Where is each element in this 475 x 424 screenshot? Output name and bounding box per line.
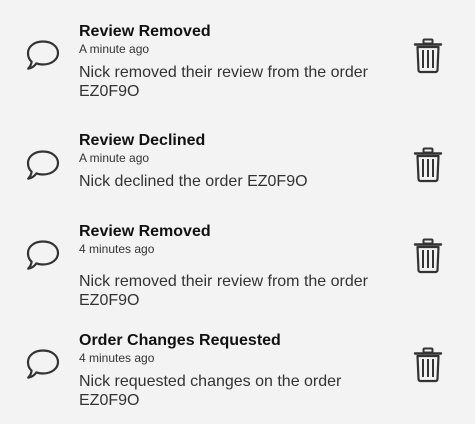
notification-time: 4 minutes ago <box>79 351 155 365</box>
notification-time: A minute ago <box>79 42 150 56</box>
trash-icon <box>413 147 443 183</box>
chat-bubble-icon <box>25 348 61 380</box>
chat-bubble-icon <box>25 39 61 71</box>
notification-message: Nick requested changes on the order EZ0F… <box>79 373 342 409</box>
delete-notification-button[interactable] <box>413 147 443 183</box>
notification-message: Nick declined the order EZ0F9O <box>79 173 308 190</box>
notification-list: Review Removed A minute ago Nick removed… <box>0 0 475 424</box>
trash-icon <box>413 347 443 383</box>
notification-message: Nick removed their review from the order… <box>79 64 368 100</box>
trash-icon <box>413 38 443 74</box>
notification-title: Review Declined <box>79 132 206 149</box>
notification-title: Review Removed <box>79 23 211 40</box>
notification-time: A minute ago <box>79 151 150 165</box>
notification-content: Review Removed 4 minutes ago Nick remove… <box>79 222 389 310</box>
notification-title: Review Removed <box>79 223 211 240</box>
delete-notification-button[interactable] <box>413 38 443 74</box>
notification-content: Review Removed A minute ago Nick removed… <box>79 22 389 101</box>
delete-notification-button[interactable] <box>413 238 443 274</box>
notification-content: Order Changes Requested 4 minutes ago Ni… <box>79 331 389 410</box>
notification-message: Nick removed their review from the order… <box>79 273 368 309</box>
chat-bubble-icon <box>25 239 61 271</box>
trash-icon <box>413 238 443 274</box>
chat-bubble-icon <box>25 149 61 181</box>
notification-content: Review Declined A minute ago Nick declin… <box>79 131 389 191</box>
notification-time: 4 minutes ago <box>79 242 155 256</box>
notification-title: Order Changes Requested <box>79 332 281 349</box>
delete-notification-button[interactable] <box>413 347 443 383</box>
